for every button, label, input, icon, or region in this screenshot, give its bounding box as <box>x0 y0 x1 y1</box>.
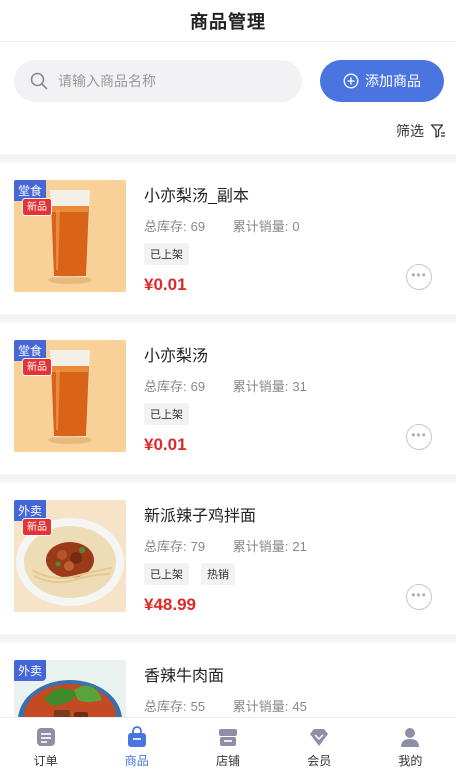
tab-orders[interactable]: 订单 <box>0 718 91 777</box>
product-stats: 总库存: 55 累计销量: 45 <box>144 696 444 715</box>
tab-mine[interactable]: 我的 <box>365 718 456 777</box>
more-dots-icon: ••• <box>411 428 427 442</box>
bottom-tab-bar: 订单 商品 店铺 会员 我的 <box>0 717 456 777</box>
stock-text: 总库存: 69 <box>144 379 217 394</box>
product-info: 新派辣子鸡拌面 总库存: 79 累计销量: 21 已上架 热销 ¥48.99 <box>144 500 444 634</box>
stock-text: 总库存: 55 <box>144 699 217 714</box>
product-card[interactable]: 堂食 新品 小亦梨汤 总库存: 69 累计销量: 31 已上架 ¥0.01 ••• <box>0 322 456 474</box>
stock-label: 总库存: <box>144 539 187 554</box>
tab-members[interactable]: 会员 <box>274 718 365 777</box>
stock-text: 总库存: 69 <box>144 219 217 234</box>
status-badge: 已上架 <box>144 403 189 425</box>
stock-value: 79 <box>190 539 206 554</box>
plus-circle-icon <box>343 73 359 89</box>
sales-value: 31 <box>292 379 307 394</box>
product-stats: 总库存: 79 累计销量: 21 <box>144 536 444 555</box>
status-badges: 已上架 <box>144 243 444 265</box>
status-badges: 已上架 热销 <box>144 563 444 585</box>
status-badge: 已上架 <box>144 563 189 585</box>
new-badge: 新品 <box>22 518 52 536</box>
product-image: 外卖 新品 <box>14 500 126 612</box>
product-name: 小亦梨汤_副本 <box>144 188 249 205</box>
page-title: 商品管理 <box>190 11 266 32</box>
new-badge: 新品 <box>22 358 52 376</box>
user-icon <box>401 728 420 747</box>
more-options-button[interactable]: ••• <box>406 424 432 450</box>
stock-text: 总库存: 79 <box>144 539 217 554</box>
stock-value: 69 <box>190 379 206 394</box>
status-badge: 已上架 <box>144 243 189 265</box>
product-stats: 总库存: 69 累计销量: 31 <box>144 376 444 395</box>
search-icon <box>30 72 48 90</box>
sales-label: 累计销量: <box>232 539 289 554</box>
add-product-button[interactable]: 添加商品 <box>320 60 444 102</box>
add-product-label: 添加商品 <box>365 73 421 89</box>
product-image: 堂食 新品 <box>14 180 126 292</box>
tab-shop[interactable]: 店铺 <box>182 718 273 777</box>
product-list: 堂食 新品 小亦梨汤_副本 总库存: 69 累计销量: 0 已上架 ¥0.01 ••… <box>0 154 456 777</box>
tab-shop-label: 店铺 <box>216 754 241 768</box>
stock-label: 总库存: <box>144 219 187 234</box>
sales-label: 累计销量: <box>232 379 289 394</box>
search-box[interactable] <box>14 60 302 102</box>
hot-badge: 热销 <box>201 563 235 585</box>
diamond-icon <box>310 729 329 746</box>
sales-label: 累计销量: <box>232 699 289 714</box>
bag-icon <box>127 726 146 747</box>
sales-value: 0 <box>292 219 300 234</box>
stock-value: 69 <box>190 219 206 234</box>
tab-products[interactable]: 商品 <box>91 718 182 777</box>
product-name: 香辣牛肉面 <box>144 668 225 685</box>
product-image: 堂食 新品 <box>14 340 126 452</box>
more-dots-icon: ••• <box>411 268 427 282</box>
product-name: 小亦梨汤 <box>144 348 209 365</box>
new-badge: 新品 <box>22 198 52 216</box>
status-badges: 已上架 <box>144 403 444 425</box>
more-dots-icon: ••• <box>411 588 427 602</box>
product-name: 新派辣子鸡拌面 <box>144 508 257 525</box>
top-nav-bar: 商品管理 <box>0 0 456 42</box>
sales-value: 45 <box>292 699 307 714</box>
product-price: ¥0.01 <box>144 275 187 294</box>
product-card[interactable]: 堂食 新品 小亦梨汤_副本 总库存: 69 累计销量: 0 已上架 ¥0.01 ••… <box>0 162 456 314</box>
sales-value: 21 <box>292 539 307 554</box>
stock-value: 55 <box>190 699 206 714</box>
product-price: ¥48.99 <box>144 595 196 614</box>
filter-label: 筛选 <box>396 123 424 139</box>
tab-products-label: 商品 <box>124 754 149 768</box>
stock-label: 总库存: <box>144 699 187 714</box>
tab-mine-label: 我的 <box>398 754 423 768</box>
sales-text: 累计销量: 21 <box>233 539 319 554</box>
filter-button[interactable]: 筛选 <box>396 121 446 141</box>
sales-text: 累计销量: 31 <box>233 379 319 394</box>
more-options-button[interactable]: ••• <box>406 584 432 610</box>
product-stats: 总库存: 69 累计销量: 0 <box>144 216 444 235</box>
corner-tag: 外卖 <box>14 660 47 681</box>
product-info: 小亦梨汤_副本 总库存: 69 累计销量: 0 已上架 ¥0.01 <box>144 180 444 314</box>
tab-orders-label: 订单 <box>33 754 58 768</box>
search-row: 添加商品 <box>0 42 456 108</box>
product-card[interactable]: 外卖 新品 新派辣子鸡拌面 总库存: 79 累计销量: 21 已上架 热销 ¥48.… <box>0 482 456 634</box>
search-input[interactable] <box>58 73 278 89</box>
sales-label: 累计销量: <box>232 219 289 234</box>
tab-members-label: 会员 <box>307 754 332 768</box>
shop-icon <box>219 729 237 746</box>
sales-text: 累计销量: 45 <box>233 699 319 714</box>
stock-label: 总库存: <box>144 379 187 394</box>
sales-text: 累计销量: 0 <box>233 219 312 234</box>
filter-row: 筛选 <box>0 108 456 154</box>
product-price: ¥0.01 <box>144 435 187 454</box>
order-icon <box>36 728 55 746</box>
more-options-button[interactable]: ••• <box>406 264 432 290</box>
filter-icon <box>430 124 445 138</box>
product-info: 小亦梨汤 总库存: 69 累计销量: 31 已上架 ¥0.01 <box>144 340 444 474</box>
